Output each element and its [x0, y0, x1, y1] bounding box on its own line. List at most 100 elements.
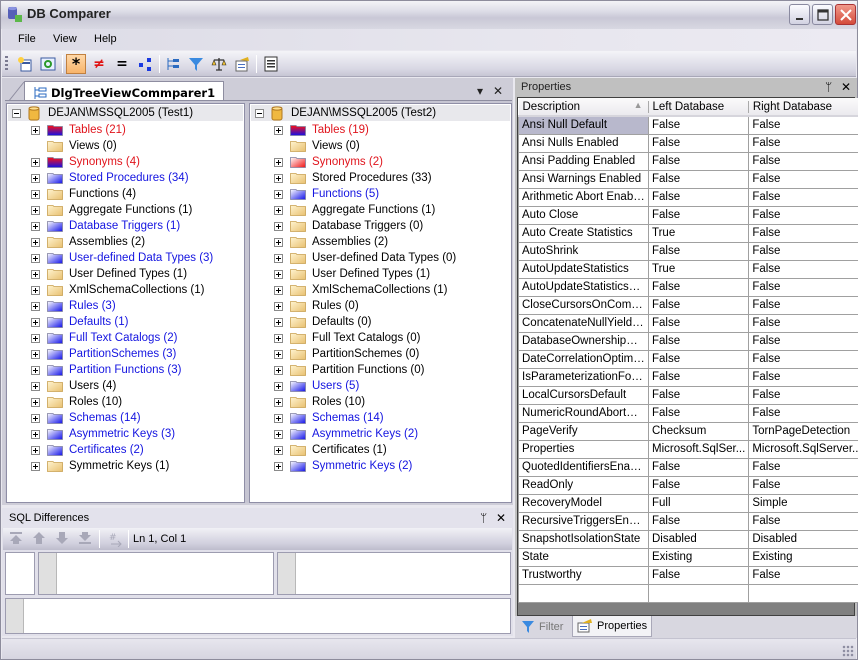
- tree-node[interactable]: Assemblies (2): [31, 234, 145, 250]
- property-row[interactable]: ConcatenateNullYields... False False: [518, 313, 858, 333]
- tree-node[interactable]: Tables (21): [31, 122, 126, 138]
- resize-grip[interactable]: [842, 645, 854, 657]
- left-database-tree[interactable]: DEJAN\MSSQL2005 (Test1) Tables (21) View…: [6, 103, 245, 503]
- expand-icon[interactable]: [274, 349, 283, 359]
- expand-icon[interactable]: [274, 445, 283, 455]
- expand-icon[interactable]: [31, 429, 40, 439]
- expand-icon[interactable]: [274, 397, 283, 407]
- close-panel-icon[interactable]: ✕: [496, 511, 506, 525]
- expand-icon[interactable]: [31, 413, 40, 423]
- filter-button[interactable]: [186, 54, 206, 74]
- property-row[interactable]: Ansi Warnings Enabled False False: [518, 169, 858, 189]
- menu-file[interactable]: File: [18, 33, 36, 45]
- expand-icon[interactable]: [274, 173, 283, 183]
- property-row[interactable]: DateCorrelationOptimiza... False False: [518, 349, 858, 369]
- tree-node[interactable]: Tables (19): [274, 122, 369, 138]
- tree-node[interactable]: Certificates (2): [31, 442, 144, 458]
- property-name-cell[interactable]: Trustworthy: [518, 565, 649, 585]
- expand-icon[interactable]: [274, 189, 283, 199]
- left-value-cell[interactable]: False: [647, 115, 750, 135]
- expand-icon[interactable]: [31, 285, 40, 295]
- property-row[interactable]: SnapshotIsolationState Disabled Disabled: [518, 529, 858, 549]
- tree-node[interactable]: XmlSchemaCollections (1): [274, 282, 448, 298]
- expand-icon[interactable]: [31, 445, 40, 455]
- tree-node[interactable]: Asymmetric Keys (3): [31, 426, 175, 442]
- expand-icon[interactable]: [31, 269, 40, 279]
- expand-icon[interactable]: [274, 333, 283, 343]
- expand-icon[interactable]: [31, 125, 40, 135]
- tree-node[interactable]: Stored Procedures (34): [31, 170, 189, 186]
- left-value-cell[interactable]: True: [647, 223, 750, 243]
- right-value-cell[interactable]: False: [748, 223, 858, 243]
- property-name-cell[interactable]: AutoShrink: [518, 241, 649, 261]
- property-row[interactable]: State Existing Existing: [518, 547, 858, 567]
- property-name-cell[interactable]: ConcatenateNullYields...: [518, 313, 649, 333]
- tree-node[interactable]: PartitionSchemes (0): [274, 346, 419, 362]
- property-name-cell[interactable]: Auto Close: [518, 205, 649, 225]
- expand-icon[interactable]: [274, 125, 283, 135]
- property-row[interactable]: RecursiveTriggersEnabl... False False: [518, 511, 858, 531]
- property-row[interactable]: Arithmetic Abort Enabled False False: [518, 187, 858, 207]
- tree-node[interactable]: User-defined Data Types (0): [274, 250, 456, 266]
- right-value-cell[interactable]: False: [748, 367, 858, 387]
- sql-right-editor[interactable]: [277, 552, 511, 595]
- property-name-cell[interactable]: PageVerify: [518, 421, 649, 441]
- tree-node[interactable]: Users (4): [31, 378, 116, 394]
- expand-icon[interactable]: [31, 157, 40, 167]
- tree-node[interactable]: Assemblies (2): [274, 234, 388, 250]
- right-value-cell[interactable]: False: [748, 511, 858, 531]
- tree-node[interactable]: Aggregate Functions (1): [274, 202, 435, 218]
- tree-node[interactable]: Users (5): [274, 378, 359, 394]
- right-value-cell[interactable]: False: [748, 565, 858, 585]
- property-row[interactable]: ReadOnly False False: [518, 475, 858, 495]
- expand-icon[interactable]: [31, 349, 40, 359]
- right-value-cell[interactable]: False: [748, 313, 858, 333]
- previous-difference-icon[interactable]: [32, 531, 46, 545]
- left-value-cell[interactable]: False: [647, 457, 750, 477]
- show-missing-button[interactable]: [135, 54, 155, 74]
- expand-icon[interactable]: [274, 317, 283, 327]
- tree-node[interactable]: Stored Procedures (33): [274, 170, 432, 186]
- left-value-cell[interactable]: False: [647, 367, 750, 387]
- refresh-button[interactable]: [38, 54, 58, 74]
- right-value-cell[interactable]: Existing: [748, 547, 858, 567]
- pin-icon[interactable]: ᛘ: [825, 80, 832, 94]
- properties-button[interactable]: [232, 54, 252, 74]
- left-value-cell[interactable]: False: [647, 385, 750, 405]
- tree-node[interactable]: User-defined Data Types (3): [31, 250, 213, 266]
- expand-icon[interactable]: [31, 365, 40, 375]
- left-value-cell[interactable]: False: [647, 241, 750, 261]
- tree-node[interactable]: Defaults (1): [31, 314, 128, 330]
- property-row[interactable]: Ansi Padding Enabled False False: [518, 151, 858, 171]
- left-value-cell[interactable]: False: [647, 511, 750, 531]
- property-row[interactable]: RecoveryModel Full Simple: [518, 493, 858, 513]
- right-value-cell[interactable]: False: [748, 187, 858, 207]
- property-row[interactable]: IsParameterizationForced False False: [518, 367, 858, 387]
- close-button[interactable]: [835, 4, 856, 25]
- right-value-cell[interactable]: False: [748, 457, 858, 477]
- right-value-cell[interactable]: False: [748, 133, 858, 153]
- right-value-cell[interactable]: False: [748, 151, 858, 171]
- property-name-cell[interactable]: Auto Create Statistics: [518, 223, 649, 243]
- tree-node[interactable]: Partition Functions (0): [274, 362, 425, 378]
- tree-node[interactable]: Roles (10): [31, 394, 122, 410]
- property-name-cell[interactable]: Ansi Null Default: [518, 115, 649, 135]
- sql-left-editor[interactable]: [38, 552, 274, 595]
- left-value-cell[interactable]: False: [647, 331, 750, 351]
- right-value-cell[interactable]: False: [748, 205, 858, 225]
- property-row[interactable]: Ansi Null Default False False: [518, 115, 858, 135]
- expand-icon[interactable]: [31, 317, 40, 327]
- left-value-cell[interactable]: False: [647, 565, 750, 585]
- expand-icon[interactable]: [31, 205, 40, 215]
- right-value-cell[interactable]: Simple: [748, 493, 858, 513]
- tree-node[interactable]: Rules (0): [274, 298, 359, 314]
- close-document-icon[interactable]: ✕: [493, 84, 503, 98]
- menu-view[interactable]: View: [53, 33, 77, 45]
- property-name-cell[interactable]: Ansi Nulls Enabled: [518, 133, 649, 153]
- left-value-cell[interactable]: False: [647, 475, 750, 495]
- tree-node[interactable]: Functions (4): [31, 186, 136, 202]
- tree-node[interactable]: Database Triggers (1): [31, 218, 180, 234]
- left-value-cell[interactable]: False: [647, 277, 750, 297]
- expand-icon[interactable]: [31, 461, 40, 471]
- last-difference-icon[interactable]: [78, 531, 92, 545]
